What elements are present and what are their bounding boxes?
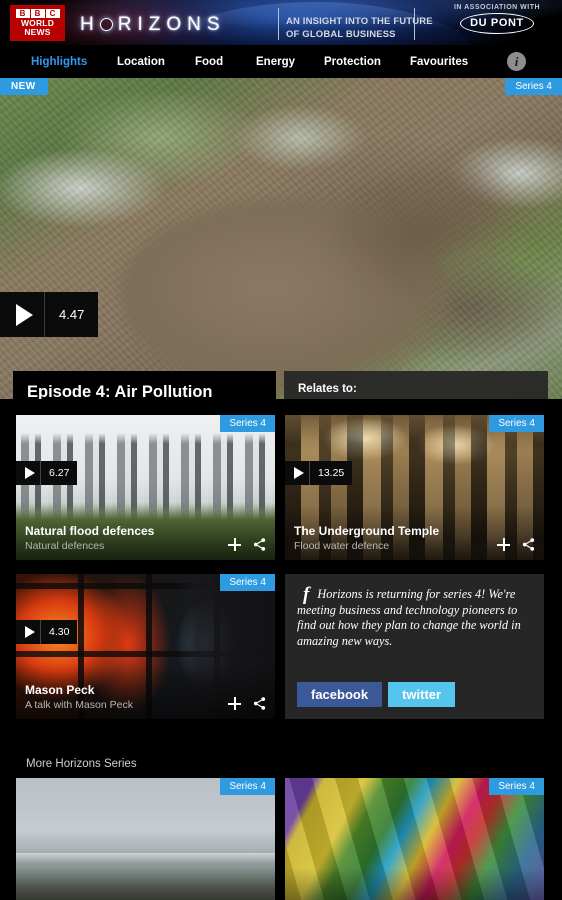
dupont-logo[interactable]: DU PONT <box>460 13 534 34</box>
app-header: B B C WORLD NEWS H RIZONS AN INSIGHT INTO… <box>0 0 562 45</box>
header-tagline: AN INSIGHT INTO THE FUTURE OF GLOBAL BUS… <box>286 15 433 41</box>
hero-info-panel: Episode 4: Air Pollution Flood threat - … <box>13 371 276 399</box>
card-subtitle: Flood water defence <box>294 540 390 552</box>
hero-duration: 4.47 <box>59 307 85 322</box>
card-play-button[interactable] <box>16 461 41 485</box>
hero-floodwater-region-2 <box>330 168 520 298</box>
card-gradient-overlay <box>16 778 275 900</box>
card-actions <box>497 537 536 552</box>
nav-item-protection[interactable]: Protection <box>324 56 381 68</box>
card-subtitle: Natural defences <box>25 540 105 552</box>
card-meta: Mason Peck A talk with Mason Peck <box>25 683 133 712</box>
header-divider-right <box>414 8 415 40</box>
info-icon[interactable]: i <box>507 52 526 71</box>
social-buttons: facebook twitter <box>297 682 456 707</box>
card-data-revolution[interactable]: Series 4 Data Revolution <box>16 778 275 900</box>
horizons-wordmark: H RIZONS <box>80 14 226 36</box>
card-play-button[interactable] <box>16 620 41 644</box>
card-series-badge: Series 4 <box>220 778 275 795</box>
card-meta: The Underground Temple Flood water defen… <box>294 524 439 553</box>
bbc-world-news-logo[interactable]: B B C WORLD NEWS <box>10 5 65 41</box>
relates-to-label: Relates to: <box>298 383 357 395</box>
nav-item-location[interactable]: Location <box>117 56 165 68</box>
card-title: The Underground Temple <box>294 524 440 538</box>
play-icon <box>24 467 35 479</box>
nav-item-energy[interactable]: Energy <box>256 56 295 68</box>
social-message-wrapper: f Horizons is returning for series 4! We'… <box>297 584 532 649</box>
wordmark-rizons: RIZONS <box>117 14 226 35</box>
facebook-f-icon: f <box>303 584 310 605</box>
nav-item-favourites[interactable]: Favourites <box>410 56 468 68</box>
sponsor-label: IN ASSOCIATION WITH <box>453 4 541 11</box>
card-title: Natural flood defences <box>25 524 155 538</box>
card-underground-temple[interactable]: Series 4 13.25 The Underground Temple Fl… <box>285 415 544 560</box>
card-meta: Natural flood defences Natural defences <box>25 524 154 553</box>
play-icon <box>293 467 304 479</box>
sponsor-block: IN ASSOCIATION WITH DU PONT <box>442 4 552 34</box>
play-icon <box>24 626 35 638</box>
card-play-button[interactable] <box>285 461 310 485</box>
card-title: Mason Peck <box>25 683 95 697</box>
hero-title: Episode 4: Air Pollution <box>27 383 213 399</box>
header-divider-left <box>278 8 279 40</box>
wordmark-o-ring-icon <box>99 18 113 31</box>
content-grid: Series 4 6.27 Natural flood defences Nat… <box>0 415 562 733</box>
card-series-badge: Series 4 <box>220 415 275 432</box>
play-button[interactable] <box>0 292 45 337</box>
hero-feature[interactable]: NEW Series 4 4.47 Episode 4: Air Polluti… <box>0 78 562 399</box>
bbc-block-b1: B <box>15 9 30 19</box>
bbc-letter-blocks: B B C <box>15 9 60 19</box>
card-natural-flood-defences[interactable]: Series 4 6.27 Natural flood defences Nat… <box>16 415 275 560</box>
nav-item-food[interactable]: Food <box>195 56 223 68</box>
badge-new: NEW <box>0 78 48 95</box>
more-series-heading: More Horizons Series <box>26 758 137 770</box>
card-series-badge: Series 4 <box>489 778 544 795</box>
facebook-button[interactable]: facebook <box>297 682 383 707</box>
card-play-bar[interactable]: 13.25 <box>285 461 353 485</box>
card-play-bar[interactable]: 4.30 <box>16 620 78 644</box>
tagline-line-2: OF GLOBAL BUSINESS <box>286 29 396 40</box>
card-duration: 13.25 <box>318 467 345 479</box>
card-row-2: Series 4 4.30 Mason Peck A talk with Mas… <box>0 574 562 719</box>
add-icon[interactable] <box>497 538 510 551</box>
more-horizons-series-section: More Horizons Series Series 4 Data Revol… <box>0 758 562 900</box>
hero-badge-series: Series 4 <box>505 78 562 95</box>
twitter-button[interactable]: twitter <box>388 682 456 707</box>
nav-item-highlights[interactable]: Highlights <box>31 56 87 68</box>
card-renewables[interactable]: Series 4 Renewables <box>285 778 544 900</box>
card-actions <box>228 696 267 711</box>
bbc-logo-news: NEWS <box>24 27 51 37</box>
more-series-row: Series 4 Data Revolution Series 4 <box>0 778 562 900</box>
add-icon[interactable] <box>228 697 241 710</box>
share-icon[interactable] <box>252 696 267 711</box>
wordmark-h: H <box>80 14 100 35</box>
card-series-badge: Series 4 <box>489 415 544 432</box>
relates-to-panel: Relates to: FOOD ENERGY PROTECTION <box>284 371 548 399</box>
share-icon[interactable] <box>252 537 267 552</box>
card-row-1: Series 4 6.27 Natural flood defences Nat… <box>0 415 562 560</box>
play-icon <box>15 303 33 326</box>
card-duration: 6.27 <box>49 467 70 479</box>
horizons-app: B B C WORLD NEWS H RIZONS AN INSIGHT INTO… <box>0 0 562 900</box>
hero-play-bar[interactable]: 4.47 <box>0 292 99 337</box>
card-play-bar[interactable]: 6.27 <box>16 461 78 485</box>
bbc-block-c: C <box>45 9 60 19</box>
add-icon[interactable] <box>228 538 241 551</box>
card-series-badge: Series 4 <box>220 574 275 591</box>
card-duration: 4.30 <box>49 626 70 638</box>
card-mason-peck[interactable]: Series 4 4.30 Mason Peck A talk with Mas… <box>16 574 275 719</box>
main-navigation: Highlights Location Food Energy Protecti… <box>0 45 562 78</box>
card-subtitle: A talk with Mason Peck <box>25 699 133 711</box>
card-gradient-overlay <box>285 778 544 900</box>
card-actions <box>228 537 267 552</box>
social-message: Horizons is returning for series 4! We'r… <box>297 587 521 648</box>
social-promo-panel: f Horizons is returning for series 4! We'… <box>285 574 544 719</box>
tagline-line-1: AN INSIGHT INTO THE FUTURE <box>286 16 433 27</box>
bbc-block-b2: B <box>30 9 45 19</box>
hero-image-flooded-suburb <box>0 78 562 399</box>
share-icon[interactable] <box>521 537 536 552</box>
